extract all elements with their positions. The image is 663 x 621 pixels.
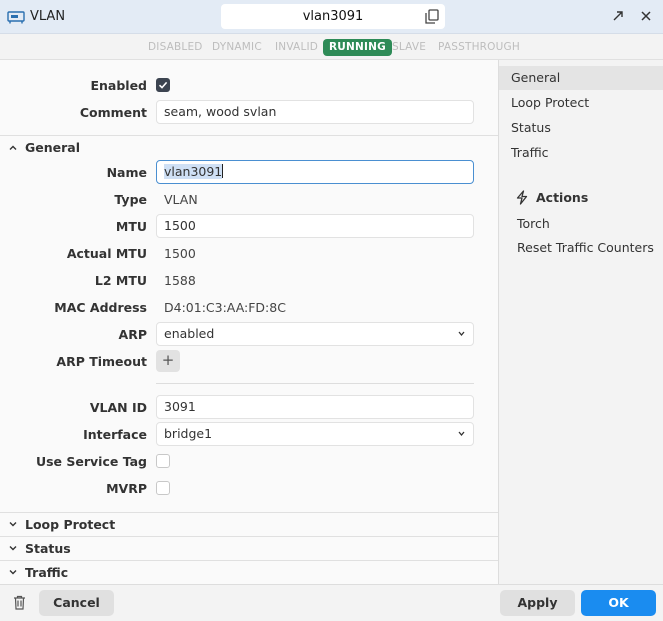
section-status-header[interactable]: Status — [0, 536, 498, 560]
network-card-icon — [7, 11, 25, 24]
actual-mtu-value: 1500 — [164, 246, 196, 261]
vlan-id-label: VLAN ID — [89, 400, 147, 415]
cancel-button[interactable]: Cancel — [39, 590, 114, 616]
name-label: Name — [106, 165, 147, 180]
chevron-down-icon — [9, 570, 17, 575]
form-panel: Enabled Comment seam, wood svlan General… — [0, 60, 499, 584]
section-loop-protect-title: Loop Protect — [25, 517, 116, 532]
status-flags: DISABLED DYNAMIC INVALID RUNNING SLAVE P… — [0, 34, 663, 60]
l2mtu-value: 1588 — [164, 273, 196, 288]
chevron-up-icon — [9, 145, 17, 150]
arp-select[interactable]: enabled — [156, 322, 474, 346]
service-tag-label: Use Service Tag — [35, 454, 147, 469]
actions-title: Actions — [536, 190, 589, 205]
enabled-checkbox[interactable] — [156, 78, 170, 92]
flag-disabled: DISABLED — [148, 41, 203, 53]
l2mtu-label: L2 MTU — [94, 273, 147, 288]
arp-timeout-label: ARP Timeout — [56, 354, 147, 369]
enabled-label: Enabled — [90, 78, 147, 93]
type-value: VLAN — [164, 192, 198, 207]
apply-button[interactable]: Apply — [500, 590, 575, 616]
check-icon — [158, 81, 168, 89]
mac-value: D4:01:C3:AA:FD:8C — [164, 300, 286, 315]
interface-name: vlan3091 — [302, 9, 364, 24]
mvrp-checkbox[interactable] — [156, 481, 170, 495]
reset-traffic-counters-action[interactable]: Reset Traffic Counters — [517, 240, 654, 255]
divider — [156, 383, 474, 384]
chevron-down-icon — [458, 431, 465, 436]
section-general-header[interactable]: General — [0, 135, 498, 159]
section-general-title: General — [25, 140, 80, 155]
window-title: VLAN — [30, 9, 66, 24]
section-traffic-header[interactable]: Traffic — [0, 560, 498, 584]
flag-passthrough: PASSTHROUGH — [438, 41, 520, 53]
sidebar-item-traffic[interactable]: Traffic — [499, 141, 663, 165]
mtu-label: MTU — [115, 219, 147, 234]
name-input[interactable]: vlan3091 — [156, 160, 474, 184]
flag-invalid: INVALID — [275, 41, 319, 53]
arp-label: ARP — [118, 327, 147, 342]
add-arp-timeout-button[interactable]: + — [156, 350, 180, 372]
section-loop-protect-header[interactable]: Loop Protect — [0, 512, 498, 536]
copy-icon[interactable] — [425, 9, 439, 24]
interface-name-box[interactable]: vlan3091 — [221, 4, 445, 29]
vlan-id-input[interactable]: 3091 — [156, 395, 474, 419]
sidebar-item-loop-protect[interactable]: Loop Protect — [499, 91, 663, 115]
comment-input[interactable]: seam, wood svlan — [156, 100, 474, 124]
title-bar: VLAN vlan3091 — [0, 0, 663, 34]
sidebar: General Loop Protect Status Traffic — [499, 60, 663, 584]
interface-label: Interface — [83, 427, 147, 442]
footer: Cancel Apply OK — [0, 584, 663, 621]
sidebar-item-general[interactable]: General — [499, 66, 663, 90]
chevron-down-icon — [9, 522, 17, 527]
flag-dynamic: DYNAMIC — [212, 41, 262, 53]
flag-running: RUNNING — [323, 39, 392, 56]
chevron-down-icon — [458, 331, 465, 336]
trash-icon[interactable] — [13, 595, 26, 610]
close-icon[interactable] — [639, 9, 653, 23]
flag-slave: SLAVE — [392, 41, 427, 53]
text-caret — [222, 164, 224, 178]
type-label: Type — [114, 192, 147, 207]
sidebar-item-status[interactable]: Status — [499, 116, 663, 140]
service-tag-checkbox[interactable] — [156, 454, 170, 468]
mac-label: MAC Address — [54, 300, 147, 315]
expand-icon[interactable] — [611, 9, 625, 23]
comment-label: Comment — [79, 105, 147, 120]
mvrp-label: MVRP — [106, 481, 147, 496]
actual-mtu-label: Actual MTU — [66, 246, 147, 261]
lightning-icon — [516, 190, 528, 205]
interface-select[interactable]: bridge1 — [156, 422, 474, 446]
section-traffic-title: Traffic — [25, 565, 69, 580]
ok-button[interactable]: OK — [581, 590, 656, 616]
torch-action[interactable]: Torch — [517, 216, 550, 231]
mtu-input[interactable]: 1500 — [156, 214, 474, 238]
section-status-title: Status — [25, 541, 71, 556]
chevron-down-icon — [9, 546, 17, 551]
